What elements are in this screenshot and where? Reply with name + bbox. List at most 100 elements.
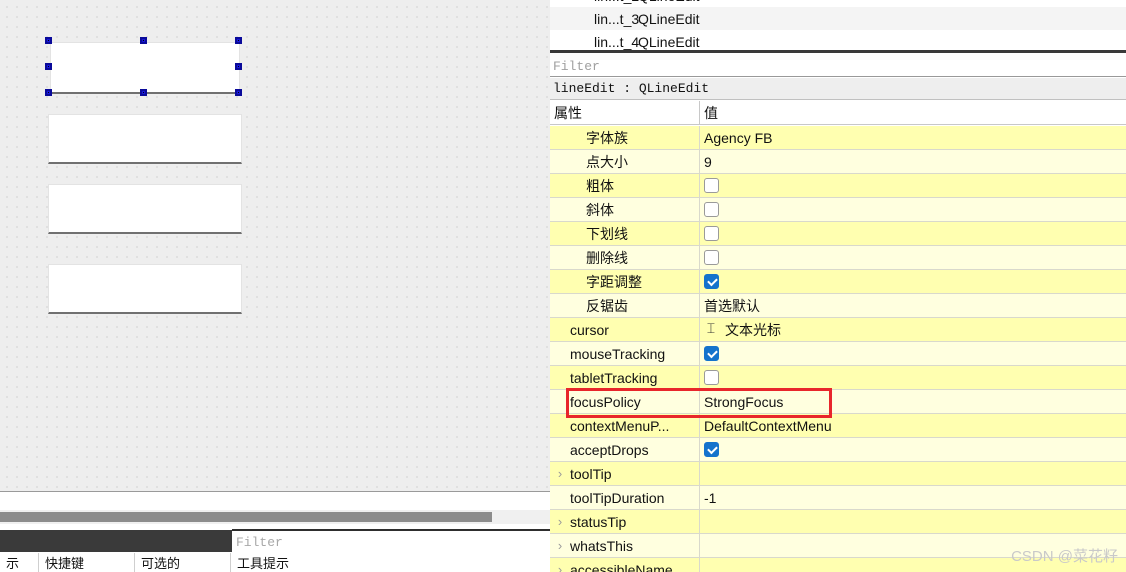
- bottom-col-header-tooltip[interactable]: 工具提示: [230, 553, 390, 572]
- property-row-value[interactable]: [700, 438, 1126, 461]
- checkbox-unchecked-icon[interactable]: [704, 250, 719, 265]
- property-row-字距调整[interactable]: 字距调整: [550, 270, 1126, 294]
- property-row-字体族[interactable]: 字体族 Agency FB: [550, 126, 1126, 150]
- property-name-label: 斜体: [586, 201, 614, 218]
- property-col-name-header[interactable]: 属性: [550, 101, 700, 124]
- selection-handle-7[interactable]: [235, 89, 242, 96]
- property-value-label: Agency FB: [704, 129, 773, 146]
- object-tree-row[interactable]: lin...t_3 QLineEdit: [550, 7, 1126, 30]
- bottom-col-header-0[interactable]: 示: [0, 553, 38, 572]
- object-tree-row-name: lin...t_3: [594, 10, 640, 27]
- property-col-value-header[interactable]: 值: [700, 101, 1126, 124]
- property-row-点大小[interactable]: 点大小 9: [550, 150, 1126, 174]
- property-row-statusTip[interactable]: › statusTip: [550, 510, 1126, 534]
- property-name-label: 删除线: [586, 249, 628, 266]
- checkbox-unchecked-icon[interactable]: [704, 178, 719, 193]
- property-row-name: 删除线: [550, 246, 700, 269]
- property-object-label: lineEdit : QLineEdit: [553, 81, 710, 96]
- chevron-right-icon[interactable]: ›: [550, 510, 570, 533]
- property-row-name: 字距调整: [550, 270, 700, 293]
- property-row-contextMenuP[interactable]: contextMenuP... DefaultContextMenu: [550, 414, 1126, 438]
- horizontal-scrollbar[interactable]: [0, 510, 550, 524]
- property-row-下划线[interactable]: 下划线: [550, 222, 1126, 246]
- property-row-tabletTracking[interactable]: tabletTracking: [550, 366, 1126, 390]
- property-row-value[interactable]: [700, 270, 1126, 293]
- property-row-value[interactable]: [700, 366, 1126, 389]
- checkbox-checked-icon[interactable]: [704, 274, 719, 289]
- chevron-right-icon[interactable]: ›: [550, 558, 570, 572]
- property-name-label: statusTip: [570, 513, 627, 530]
- app-window: Filter 示 快捷键 可选的 工具提示 lin...t_2QLineEdit…: [0, 0, 1126, 572]
- object-inspector-tree[interactable]: lin...t_2QLineEditlin...t_3QLineEditlin.…: [550, 0, 1126, 53]
- property-row-反锯齿[interactable]: 反锯齿 首选默认: [550, 294, 1126, 318]
- chevron-right-icon[interactable]: ›: [550, 534, 570, 557]
- property-row-value[interactable]: StrongFocus: [700, 390, 1126, 413]
- property-row-toolTip[interactable]: › toolTip: [550, 462, 1126, 486]
- property-row-name: › toolTip: [550, 462, 700, 485]
- property-row-value[interactable]: DefaultContextMenu: [700, 414, 1126, 437]
- watermark-text: CSDN @菜花籽: [1011, 548, 1118, 565]
- property-row-value[interactable]: -1: [700, 486, 1126, 509]
- selection-handle-2[interactable]: [235, 37, 242, 44]
- property-row-acceptDrops[interactable]: acceptDrops: [550, 438, 1126, 462]
- property-name-label: accessibleName: [570, 561, 673, 572]
- property-row-cursor[interactable]: cursor ⌶ 文本光标: [550, 318, 1126, 342]
- property-row-value[interactable]: ⌶ 文本光标: [700, 318, 1126, 341]
- property-row-name: › accessibleName: [550, 558, 700, 572]
- object-tree-row[interactable]: lin...t_2QLineEdit: [550, 0, 1126, 7]
- property-row-toolTipDuration[interactable]: toolTipDuration -1: [550, 486, 1126, 510]
- bottom-col-header-checkable[interactable]: 可选的: [134, 553, 230, 572]
- property-row-value[interactable]: [700, 222, 1126, 245]
- checkbox-unchecked-icon[interactable]: [704, 226, 719, 241]
- form-designer-pane: Filter 示 快捷键 可选的 工具提示: [0, 0, 550, 572]
- property-row-value[interactable]: 9: [700, 150, 1126, 173]
- bottom-filter-input[interactable]: Filter: [232, 529, 550, 553]
- selection-handle-5[interactable]: [45, 89, 52, 96]
- canvas-widget-lineEdit_2[interactable]: [48, 114, 242, 164]
- property-row-name: focusPolicy: [550, 390, 700, 413]
- property-row-value[interactable]: [700, 174, 1126, 197]
- selection-handle-0[interactable]: [45, 37, 52, 44]
- property-row-name: mouseTracking: [550, 342, 700, 365]
- chevron-right-icon[interactable]: ›: [550, 462, 570, 485]
- selection-handle-1[interactable]: [140, 37, 147, 44]
- property-row-name: 点大小: [550, 150, 700, 173]
- property-row-删除线[interactable]: 删除线: [550, 246, 1126, 270]
- property-row-value[interactable]: Agency FB: [700, 126, 1126, 149]
- property-row-value[interactable]: [700, 246, 1126, 269]
- canvas-bottom-strip: [0, 493, 550, 510]
- checkbox-checked-icon[interactable]: [704, 442, 719, 457]
- property-row-粗体[interactable]: 粗体: [550, 174, 1126, 198]
- property-row-value[interactable]: [700, 342, 1126, 365]
- property-row-focusPolicy[interactable]: focusPolicy StrongFocus: [550, 390, 1126, 414]
- property-row-value[interactable]: 首选默认: [700, 294, 1126, 317]
- property-name-label: contextMenuP...: [570, 417, 670, 434]
- canvas-widget-lineEdit_4[interactable]: [48, 264, 242, 314]
- selection-handle-6[interactable]: [140, 89, 147, 96]
- property-row-斜体[interactable]: 斜体: [550, 198, 1126, 222]
- property-row-name: tabletTracking: [550, 366, 700, 389]
- property-rows-container[interactable]: 字体族 Agency FB 点大小 9 粗体斜体下划线删除线字距调整 反锯齿 首选默认 cur…: [550, 126, 1126, 572]
- property-row-value[interactable]: [700, 198, 1126, 221]
- property-name-label: focusPolicy: [570, 393, 641, 410]
- horizontal-scrollbar-thumb[interactable]: [0, 512, 492, 522]
- selection-handle-4[interactable]: [235, 63, 242, 70]
- property-row-value[interactable]: [700, 510, 1126, 533]
- design-canvas[interactable]: [0, 0, 550, 492]
- property-value-label: 文本光标: [725, 321, 781, 338]
- property-row-value[interactable]: [700, 462, 1126, 485]
- bottom-col-header-shortcut[interactable]: 快捷键: [38, 553, 134, 572]
- object-tree-row[interactable]: lin...t_4 QLineEdit: [550, 30, 1126, 50]
- canvas-widget-lineEdit[interactable]: [50, 42, 240, 94]
- canvas-widget-lineEdit_3[interactable]: [48, 184, 242, 234]
- property-row-mouseTracking[interactable]: mouseTracking: [550, 342, 1126, 366]
- checkbox-checked-icon[interactable]: [704, 346, 719, 361]
- checkbox-unchecked-icon[interactable]: [704, 202, 719, 217]
- selection-handle-3[interactable]: [45, 63, 52, 70]
- property-object-header: lineEdit : QLineEdit: [550, 78, 1126, 100]
- checkbox-unchecked-icon[interactable]: [704, 370, 719, 385]
- property-name-label: 点大小: [586, 153, 628, 170]
- property-name-label: 粗体: [586, 177, 614, 194]
- bottom-table-header: 示 快捷键 可选的 工具提示: [0, 553, 550, 572]
- property-filter-input[interactable]: Filter: [550, 56, 1126, 77]
